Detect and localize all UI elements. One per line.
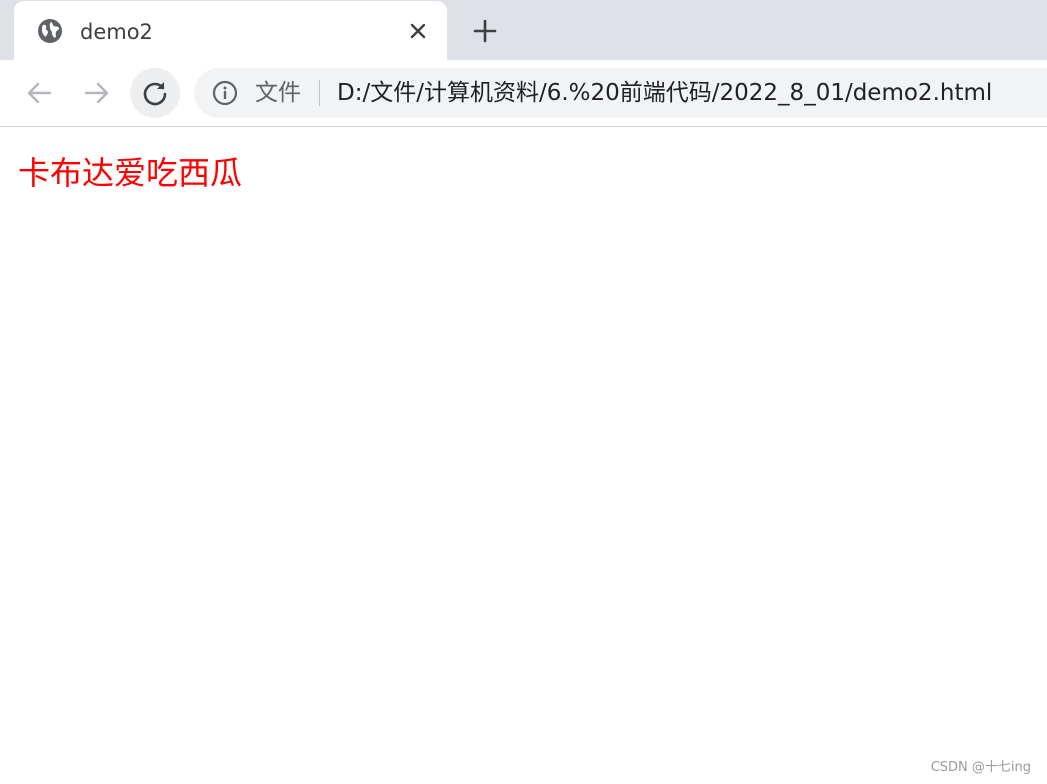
info-icon[interactable] [212, 80, 238, 106]
scheme-label: 文件 [255, 80, 301, 106]
reload-icon [143, 82, 167, 106]
url-text[interactable]: D:/文件/计算机资料/6.%20前端代码/2022_8_01/demo2.ht… [337, 79, 992, 107]
arrow-right-icon [84, 82, 109, 104]
csdn-watermark: CSDN @十七ing [930, 760, 1031, 775]
browser-window: demo2 文件 D:/文件/计算机资料/6.%20前端代码/2022_8_01… [0, 0, 1047, 784]
tab-close-button[interactable] [404, 17, 432, 45]
forward-button[interactable] [72, 68, 122, 118]
omnibox-divider [319, 80, 320, 106]
close-icon [410, 23, 426, 39]
tab-demo2[interactable]: demo2 [14, 1, 447, 60]
tab-title: demo2 [80, 20, 153, 44]
back-button[interactable] [14, 68, 64, 118]
arrow-left-icon [27, 82, 52, 104]
reload-button[interactable] [130, 68, 180, 118]
address-bar[interactable]: 文件 D:/文件/计算机资料/6.%20前端代码/2022_8_01/demo2… [194, 68, 1047, 118]
browser-toolbar: 文件 D:/文件/计算机资料/6.%20前端代码/2022_8_01/demo2… [0, 60, 1047, 127]
globe-icon [38, 19, 62, 43]
new-tab-button[interactable] [470, 16, 500, 46]
page-content: 卡布达爱吃西瓜 CSDN @十七ing [0, 127, 1047, 784]
page-heading-text: 卡布达爱吃西瓜 [18, 154, 243, 192]
plus-icon [473, 19, 497, 43]
tab-strip: demo2 [0, 0, 1047, 60]
